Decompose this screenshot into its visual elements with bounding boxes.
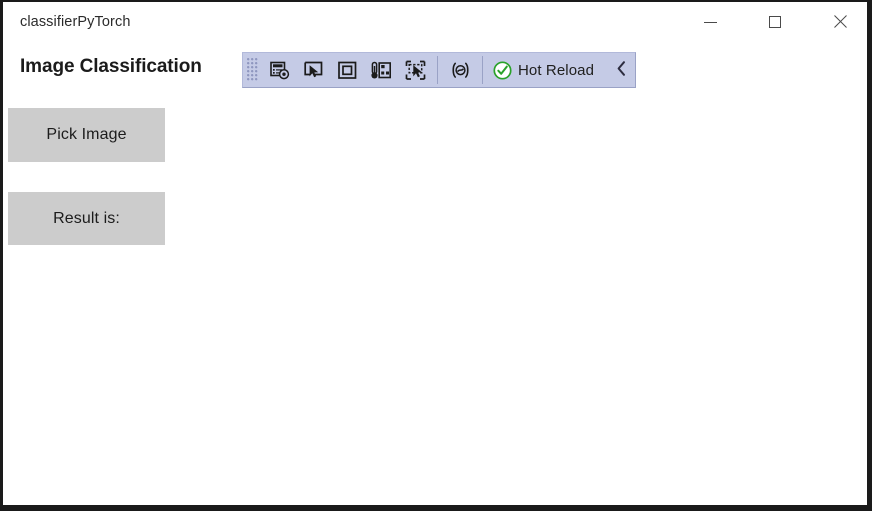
hot-reload-label: Hot Reload: [518, 61, 595, 79]
result-button[interactable]: Result is:: [8, 192, 165, 245]
grip-dots-icon: [247, 58, 258, 82]
toolbar-separator-2: [482, 56, 483, 84]
title-bar: classifierPyTorch: [3, 2, 867, 46]
toolbar-separator: [437, 56, 438, 84]
pick-image-button[interactable]: Pick Image: [8, 108, 165, 162]
select-element-icon: [303, 60, 324, 81]
maximize-icon: [769, 16, 781, 28]
window-title: classifierPyTorch: [20, 14, 131, 30]
live-property-explorer-icon: [450, 60, 471, 81]
go-to-live-visual-tree-icon: [269, 60, 290, 81]
display-layout-adorners-button[interactable]: [330, 54, 364, 86]
close-button[interactable]: [817, 2, 863, 42]
chevron-left-icon: [615, 60, 628, 80]
close-icon: [833, 15, 847, 29]
track-focused-element-button[interactable]: [364, 54, 398, 86]
minimize-icon: [703, 21, 717, 23]
select-element-button[interactable]: [296, 54, 330, 86]
toolbar-drag-grip[interactable]: [243, 53, 262, 87]
minimize-button[interactable]: [687, 2, 733, 42]
live-property-explorer-button[interactable]: [443, 54, 477, 86]
maximize-button[interactable]: [752, 2, 798, 42]
display-layout-adorners-icon: [337, 60, 358, 81]
toolbar-collapse-button[interactable]: [608, 54, 634, 86]
app-window: classifierPyTorch Image Classification H…: [0, 0, 872, 511]
hot-reload-toolbar[interactable]: Hot Reload: [242, 52, 636, 88]
track-focused-element-icon: [370, 60, 392, 81]
select-element-in-running-app-icon: [405, 60, 426, 81]
go-to-live-visual-tree-button[interactable]: [262, 54, 296, 86]
check-circle-icon: [493, 60, 512, 80]
page-title: Image Classification: [20, 56, 202, 77]
hot-reload-button[interactable]: Hot Reload: [488, 54, 600, 86]
select-element-in-running-app-button[interactable]: [398, 54, 432, 86]
